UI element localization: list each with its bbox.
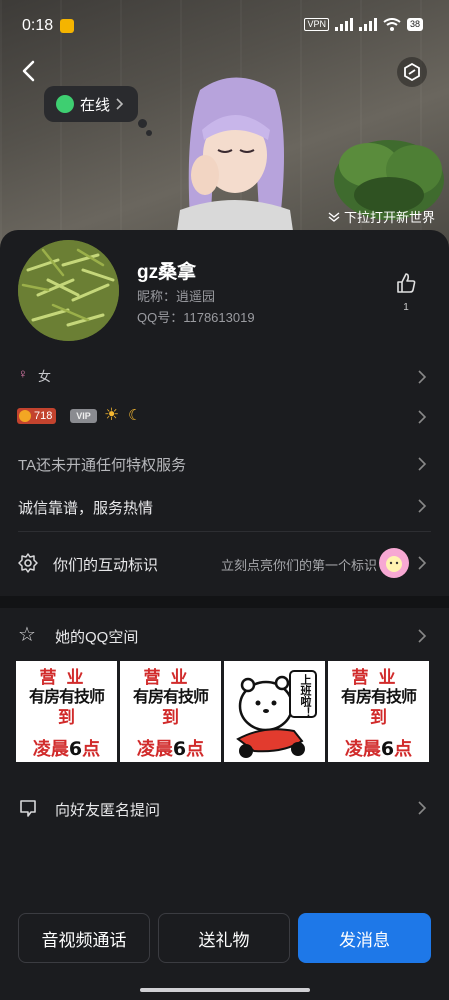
photo-text-bottom: 凌晨6点 [136, 738, 205, 760]
online-status-text: 在线 [80, 96, 111, 114]
vpn-icon: VPN [304, 18, 329, 31]
status-time: 0:18 [22, 17, 54, 34]
like-count: 1 [403, 302, 409, 313]
signal-icon-2 [358, 18, 377, 31]
status-icons: VPN 38 [304, 18, 423, 31]
flower-mark-icon [379, 548, 409, 578]
chevron-right-icon [418, 410, 427, 424]
pull-down-text: 下拉打开新世界 [343, 210, 435, 225]
privilege-text: TA还未开通任何特权服务 [18, 457, 187, 474]
thought-bubble-small [146, 130, 152, 136]
pull-down-hint[interactable]: 下拉打开新世界 [328, 207, 435, 226]
thought-bubble [138, 119, 147, 128]
profile-card: gz桑拿 昵称：逍遥园 QQ号：1178613019 1 ♀ 女 718 VIP… [0, 230, 449, 1000]
app-notification-icon [60, 19, 74, 33]
interaction-hint: 立刻点亮你们的第一个标识 [220, 558, 377, 573]
sticker-text: 上班啦！ [299, 674, 312, 718]
hexagon-icon [404, 63, 420, 81]
chevron-right-icon [418, 556, 427, 570]
video-call-button[interactable]: 音视频通话 [18, 913, 150, 963]
gender-row[interactable] [0, 355, 449, 395]
like-button[interactable]: 1 [395, 272, 417, 313]
signature-row[interactable]: 诚信靠谱，服务热情 [0, 486, 449, 526]
thumbs-up-icon [397, 273, 416, 293]
chevron-down-icon [328, 211, 340, 222]
status-bar: 0:18 VPN 38 [0, 0, 449, 50]
chevron-right-icon [418, 499, 427, 513]
home-indicator[interactable] [140, 988, 310, 992]
profile-qq-number[interactable]: QQ号：1178613019 [137, 307, 255, 326]
back-arrow-icon[interactable] [16, 58, 42, 84]
action-bar: 音视频通话 送礼物 发消息 [18, 913, 431, 963]
coin-icon [19, 410, 31, 422]
privilege-row[interactable]: TA还未开通任何特权服务 [0, 444, 449, 484]
section-gap [0, 596, 449, 608]
chevron-right-icon [418, 801, 427, 815]
signature-text: 诚信靠谱，服务热情 [18, 500, 154, 517]
send-gift-button[interactable]: 送礼物 [158, 913, 290, 963]
sun-icon: ☀ [104, 405, 120, 424]
photo-text-bottom: 凌晨6点 [344, 738, 413, 760]
badges-row[interactable] [0, 397, 449, 437]
chevron-right-icon [418, 629, 427, 643]
photo-text-mid2: 到 [58, 708, 75, 728]
online-dot-icon [56, 95, 74, 113]
zplan-avatar[interactable] [160, 70, 310, 245]
avatar[interactable] [18, 240, 119, 341]
profile-alias: 昵称：逍遥园 [137, 289, 216, 304]
signal-icon [334, 18, 353, 31]
question-box-icon [20, 800, 36, 817]
divider [18, 531, 431, 532]
qzone-photo[interactable]: 营业 有房有技师 到 凌晨6点 [328, 661, 429, 762]
anonymous-question-row[interactable]: 向好友匿名提问 [0, 788, 449, 828]
qzone-photo[interactable]: 营业 有房有技师 到 凌晨6点 [120, 661, 221, 762]
gear-icon [18, 553, 38, 573]
interaction-label: 你们的互动标识 [53, 557, 159, 574]
photo-text-bottom: 凌晨6点 [32, 738, 101, 760]
online-status-pill[interactable]: 在线 [44, 86, 139, 122]
chevron-right-icon [418, 457, 427, 471]
send-message-button[interactable]: 发消息 [298, 913, 431, 963]
avatar-image [18, 240, 119, 341]
qzone-photo[interactable]: 上班啦！ [224, 661, 325, 762]
qzone-photo[interactable]: 营业 有房有技师 到 凌晨6点 [16, 661, 117, 762]
qq-level-badge: 718 [17, 408, 57, 424]
qzone-row[interactable]: ☆ 她的QQ空间 [0, 616, 449, 656]
wifi-icon [383, 18, 401, 31]
photo-text-mid2: 到 [162, 708, 179, 728]
chevron-right-icon [116, 98, 124, 110]
moon-icon: ☾ [128, 407, 142, 424]
star-icon: ☆ [18, 624, 36, 646]
qq-level-value: 718 [34, 410, 53, 422]
battery-icon: 38 [406, 18, 423, 31]
chevron-right-icon [418, 370, 427, 384]
qzone-thumbnails: 营业 有房有技师 到 凌晨6点 营业 有房有技师 到 凌晨6点 上班啦！ 营业 … [16, 661, 429, 762]
anonymous-question-label: 向好友匿名提问 [55, 802, 161, 819]
female-icon: ♀ [18, 366, 28, 381]
qzone-label: 她的QQ空间 [55, 629, 139, 646]
gender-text: 女 [38, 369, 52, 384]
more-menu-button[interactable] [397, 57, 427, 87]
photo-text-mid2: 到 [370, 708, 387, 728]
interaction-row[interactable]: 你们的互动标识 立刻点亮你们的第一个标识 [0, 543, 449, 583]
vip-badge: VIP [70, 409, 97, 423]
profile-nickname: gz桑拿 [137, 262, 197, 283]
